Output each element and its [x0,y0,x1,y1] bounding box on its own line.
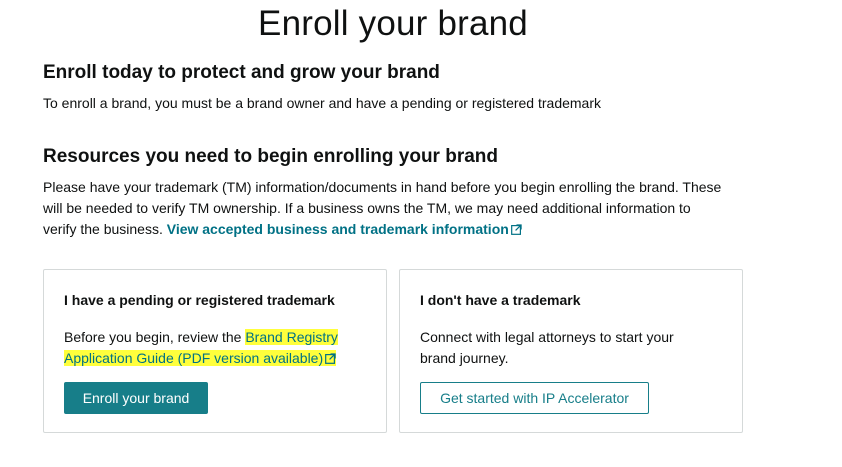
card-pending-line-2: Application Guide (PDF version available… [64,348,338,369]
resources-line-1: Please have your trademark (TM) informat… [43,179,722,195]
brand-registry-guide-link-part1[interactable]: Brand Registry [245,329,338,345]
card-none-line-2: brand journey. [420,350,509,366]
enroll-heading: Enroll today to protect and grow your br… [43,62,440,83]
brand-registry-guide-link-part2[interactable]: Application Guide (PDF version available… [64,350,337,366]
card-none-title: I don't have a trademark [420,292,581,308]
resources-line-2: will be needed to verify TM ownership. I… [43,200,691,216]
card-none-body: Connect with legal attorneys to start yo… [420,327,674,369]
resources-heading: Resources you need to begin enrolling yo… [43,146,499,167]
card-pending-trademark: I have a pending or registered trademark… [43,269,387,433]
ip-accelerator-button[interactable]: Get started with IP Accelerator [420,382,649,414]
page-title: Enroll your brand [258,4,528,43]
card-pending-body-prefix: Before you begin, review the [64,329,246,345]
external-link-icon [325,353,336,364]
brand-registry-guide-link-text: Application Guide (PDF version available… [64,350,324,366]
card-pending-body: Before you begin, review the Brand Regis… [64,327,338,369]
enroll-brand-button[interactable]: Enroll your brand [64,382,208,414]
enroll-description: To enroll a brand, you must be a brand o… [43,95,602,111]
resources-line-3-text: verify the business. [43,221,167,237]
accepted-info-link-text: View accepted business and trademark inf… [166,221,509,237]
accepted-info-link[interactable]: View accepted business and trademark inf… [167,221,522,237]
external-link-icon [510,224,522,235]
card-pending-title: I have a pending or registered trademark [64,292,335,308]
card-pending-line-1: Before you begin, review the Brand Regis… [64,327,338,348]
resources-description: Please have your trademark (TM) informat… [43,177,783,240]
resources-line-3: verify the business. View accepted busin… [43,219,783,240]
card-no-trademark: I don't have a trademark Connect with le… [399,269,743,433]
card-none-line-1: Connect with legal attorneys to start yo… [420,329,674,345]
